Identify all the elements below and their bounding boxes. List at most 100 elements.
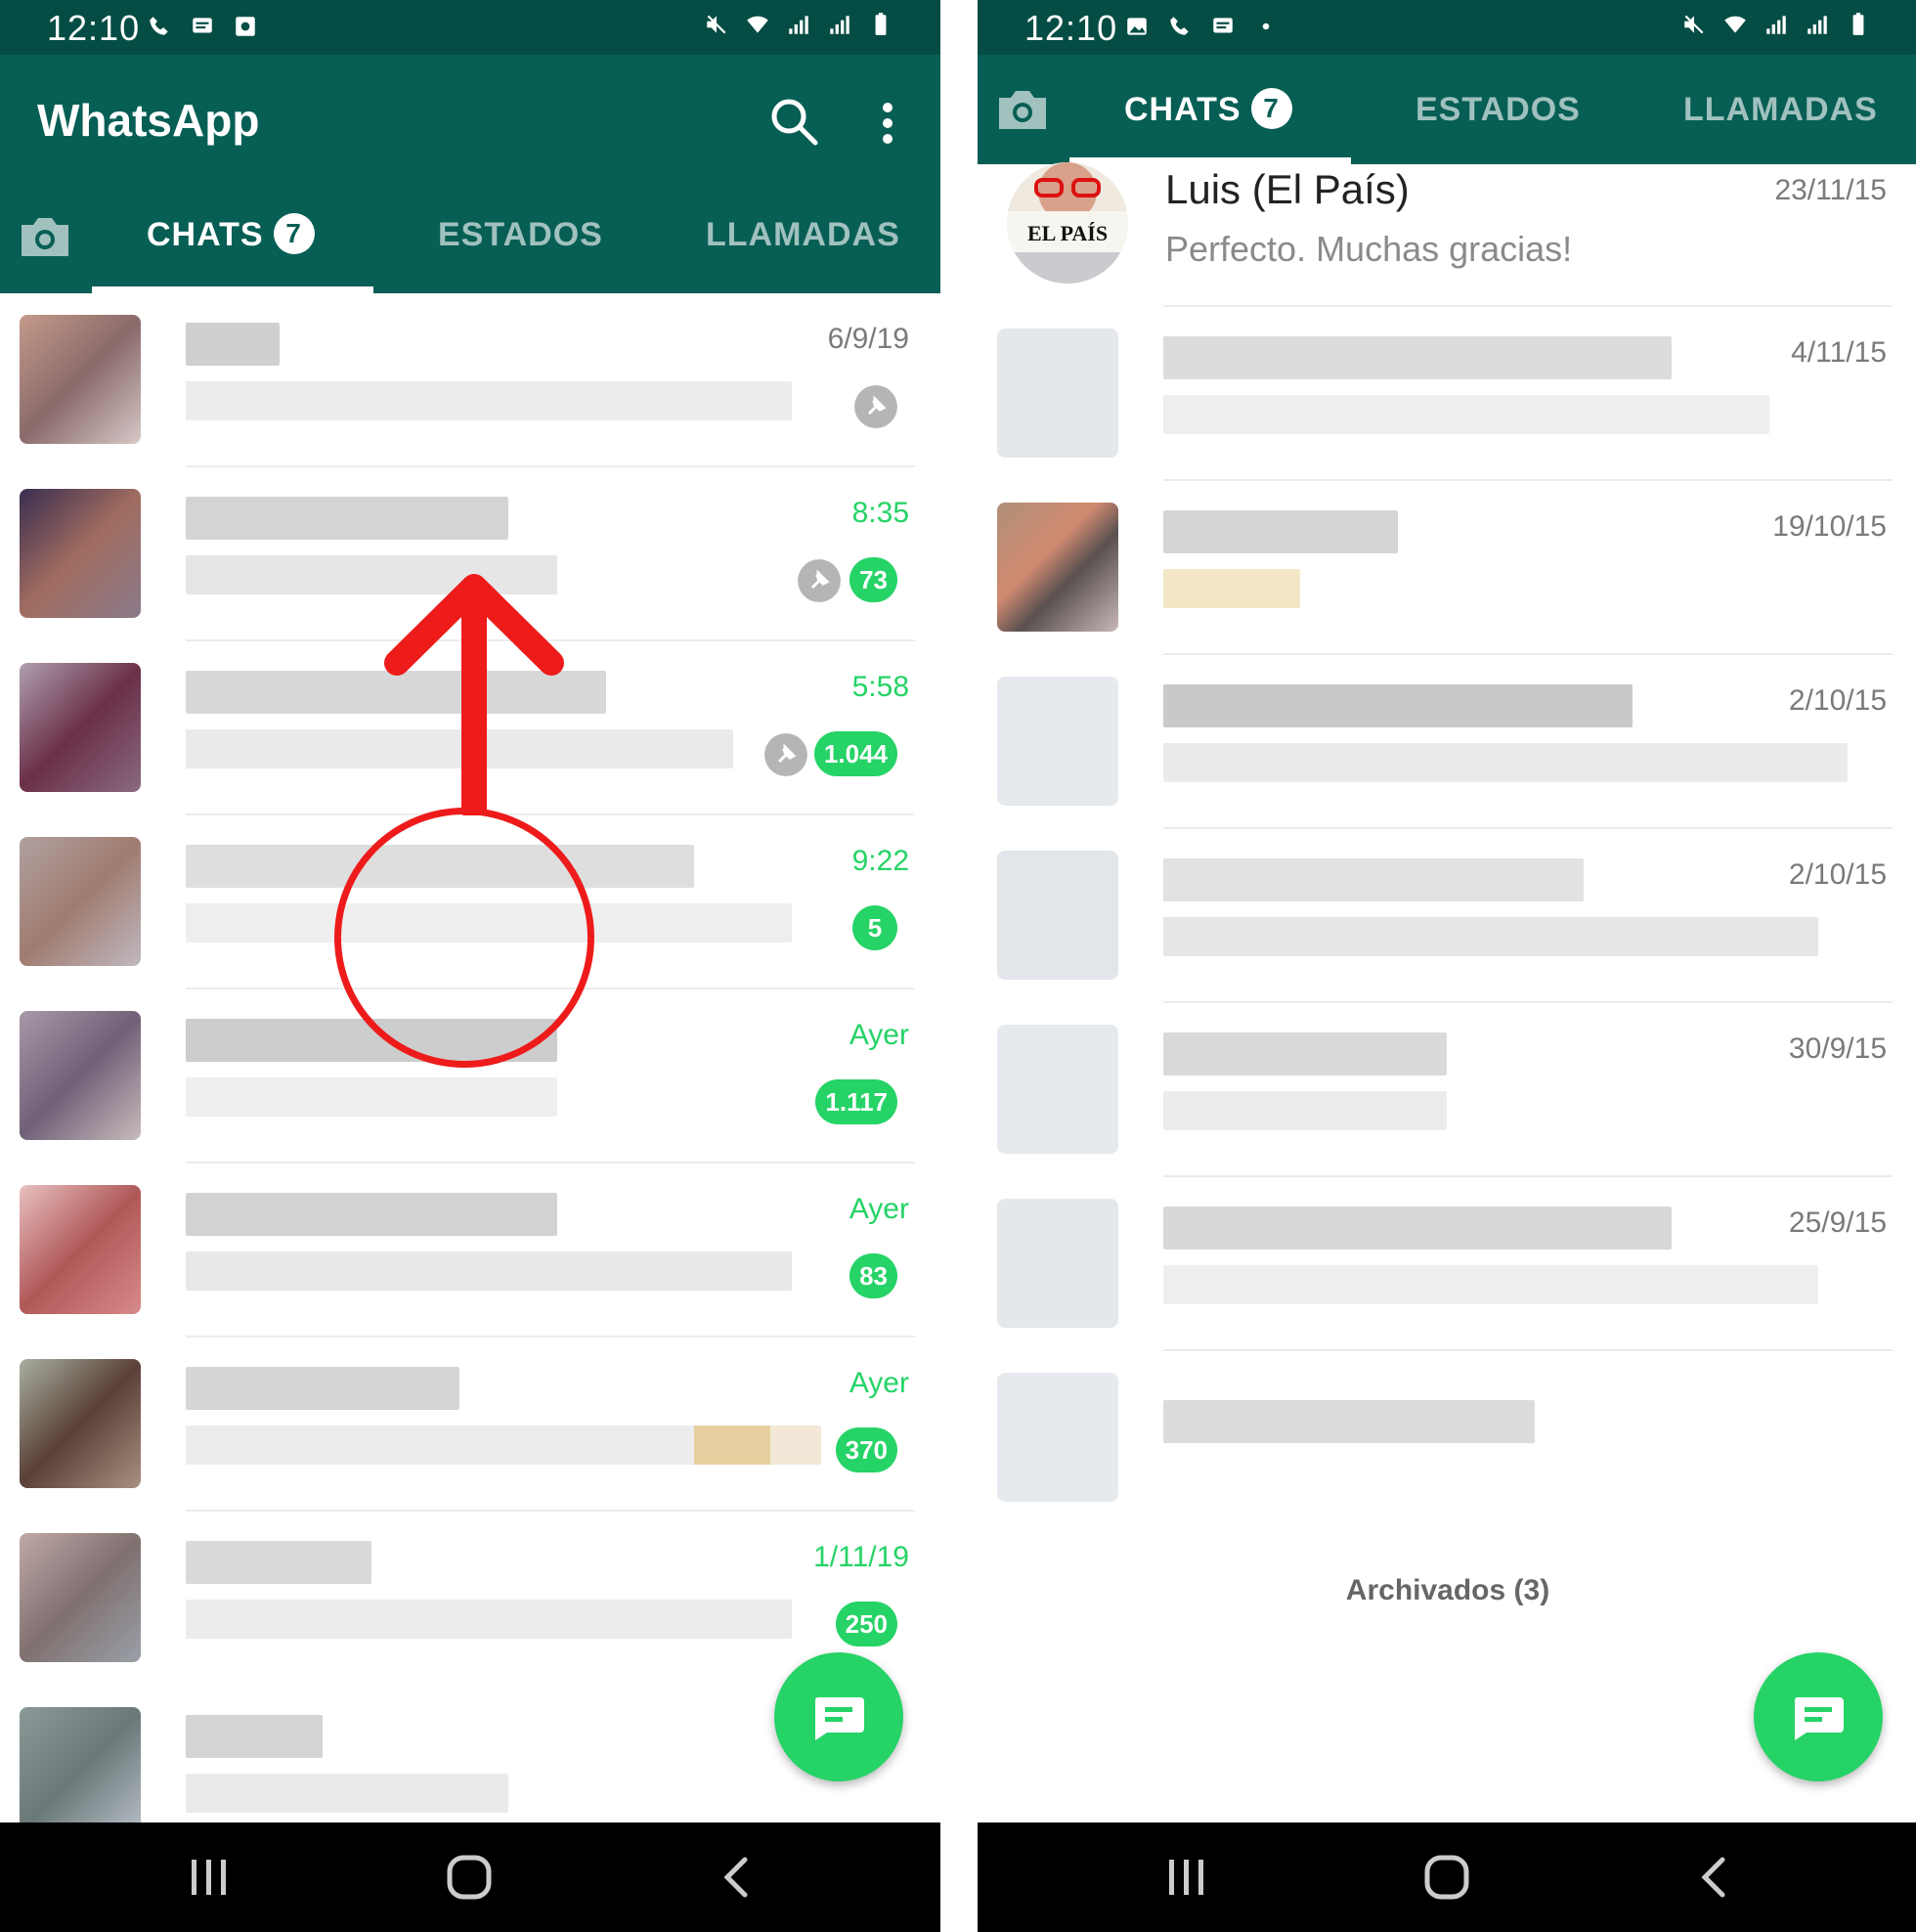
chat-row[interactable] [978, 1351, 1916, 1525]
chat-time: 19/10/15 [1772, 510, 1887, 543]
battery-icon [1852, 13, 1864, 35]
chat-row[interactable]: 19/10/15 [978, 481, 1916, 655]
tab-llamadas[interactable]: LLAMADAS [1683, 55, 1878, 164]
call-icon [1170, 17, 1189, 35]
avatar: EL PAÍS [1007, 162, 1128, 284]
unread-badge: 250 [835, 1602, 897, 1647]
avatar [20, 1707, 141, 1836]
chat-preview-blurred [1163, 395, 1769, 434]
home-icon[interactable] [1419, 1852, 1474, 1903]
chat-time: Ayer [849, 1019, 909, 1051]
tab-estados[interactable]: ESTADOS [1415, 55, 1581, 164]
tab-indicator [92, 286, 373, 293]
search-icon[interactable] [764, 92, 823, 151]
tab-chats[interactable]: CHATS 7 [147, 176, 315, 293]
tab-bar: CHATS 7 ESTADOS LLAMADAS [978, 55, 1916, 164]
chat-preview-blurred [1163, 917, 1818, 956]
dot-icon [1262, 22, 1270, 30]
chat-time: 4/11/15 [1791, 336, 1887, 369]
message-icon [1213, 18, 1233, 33]
chat-time: 2/10/15 [1788, 858, 1887, 891]
chat-row[interactable]: 25/9/15 [978, 1177, 1916, 1351]
camera-icon[interactable] [995, 86, 1050, 133]
avatar [20, 1185, 141, 1314]
mute-icon [1684, 15, 1704, 34]
chat-row[interactable]: 30/9/15 [978, 1003, 1916, 1177]
chat-name-blurred [1163, 1400, 1535, 1443]
chat-row[interactable]: 4/11/15 [978, 307, 1916, 481]
avatar [997, 1025, 1118, 1154]
wifi-icon [1724, 16, 1746, 33]
chat-preview-blurred [1163, 1091, 1447, 1130]
chat-name: Luis (El País) [1165, 166, 1410, 212]
chats-count-badge: 7 [273, 213, 315, 255]
chat-time: 25/9/15 [1788, 1207, 1887, 1239]
phone-right: 12:10 CHATS 7 ESTADOS LLAMADAS EL PAÍS L… [978, 0, 1916, 1932]
nav-bar [0, 1822, 940, 1932]
avatar [20, 1011, 141, 1140]
chat-preview-blurred [186, 1774, 508, 1813]
nav-bar [978, 1822, 1916, 1932]
avatar [997, 1373, 1118, 1502]
avatar [997, 851, 1118, 980]
chat-time: 2/10/15 [1788, 684, 1887, 717]
new-chat-icon [814, 1697, 864, 1740]
pin-icon [764, 733, 807, 776]
archived-link[interactable]: Archivados (3) [978, 1574, 1916, 1607]
unread-badge: 5 [852, 905, 897, 950]
message-icon [193, 18, 212, 33]
back-icon[interactable] [710, 1852, 764, 1903]
recents-icon[interactable] [1159, 1852, 1214, 1903]
chat-preview-blurred [1163, 743, 1848, 782]
unread-badge: 1.117 [815, 1079, 897, 1124]
pin-icon [854, 385, 897, 428]
avatar [997, 329, 1118, 458]
chat-name-blurred [186, 1193, 557, 1236]
status-time: 12:10 [47, 8, 141, 48]
chat-name-blurred [186, 1541, 371, 1584]
app-title: WhatsApp [37, 95, 260, 146]
separator [940, 0, 978, 1932]
chat-name-blurred [186, 323, 280, 366]
new-chat-button[interactable] [1754, 1652, 1883, 1781]
home-icon[interactable] [442, 1852, 497, 1903]
chat-row[interactable]: Ayer 370 [0, 1338, 940, 1512]
chat-preview-blurred [186, 1251, 792, 1291]
chat-time: 8:35 [851, 497, 909, 529]
chat-time: 23/11/15 [1774, 174, 1887, 206]
app-bar: CHATS 7 ESTADOS LLAMADAS [978, 55, 1916, 164]
image-icon [1127, 18, 1147, 35]
chat-row[interactable]: Ayer 83 [0, 1164, 940, 1338]
chat-name-blurred [1163, 858, 1584, 901]
chat-row[interactable]: 1/11/19 250 [0, 1512, 940, 1686]
chat-name-blurred [1163, 684, 1633, 727]
status-time: 12:10 [1024, 8, 1118, 48]
chat-preview-blurred [1163, 569, 1300, 608]
chat-name-blurred [1163, 1032, 1447, 1076]
chat-row[interactable]: 6/9/19 [0, 293, 940, 467]
wifi-icon [747, 16, 768, 33]
chat-preview-blurred [186, 1426, 821, 1465]
chat-time: 6/9/19 [827, 323, 909, 355]
tab-chats[interactable]: CHATS 7 [1124, 55, 1292, 164]
avatar [20, 1533, 141, 1662]
tab-chats-label: CHATS [1124, 91, 1241, 128]
arrow-up-icon [384, 574, 564, 815]
tab-estados[interactable]: ESTADOS [438, 176, 603, 293]
more-vert-icon[interactable] [870, 94, 905, 153]
signal-icon [789, 16, 808, 34]
back-icon[interactable] [1687, 1852, 1742, 1903]
signal-icon [1807, 16, 1827, 34]
mute-icon [707, 15, 726, 34]
avatar-logo-text: EL PAÍS [1026, 221, 1109, 245]
recents-icon[interactable] [182, 1852, 237, 1903]
chat-row[interactable]: 2/10/15 [978, 655, 1916, 829]
chat-preview: Perfecto. Muchas gracias! [1165, 229, 1573, 269]
camera-icon[interactable] [18, 213, 72, 260]
chat-time: 30/9/15 [1788, 1032, 1887, 1065]
chats-count-badge: 7 [1250, 88, 1292, 130]
chat-preview-blurred [186, 1600, 792, 1639]
tab-llamadas[interactable]: LLAMADAS [706, 176, 900, 293]
chat-row[interactable]: 2/10/15 [978, 829, 1916, 1003]
new-chat-button[interactable] [774, 1652, 903, 1781]
